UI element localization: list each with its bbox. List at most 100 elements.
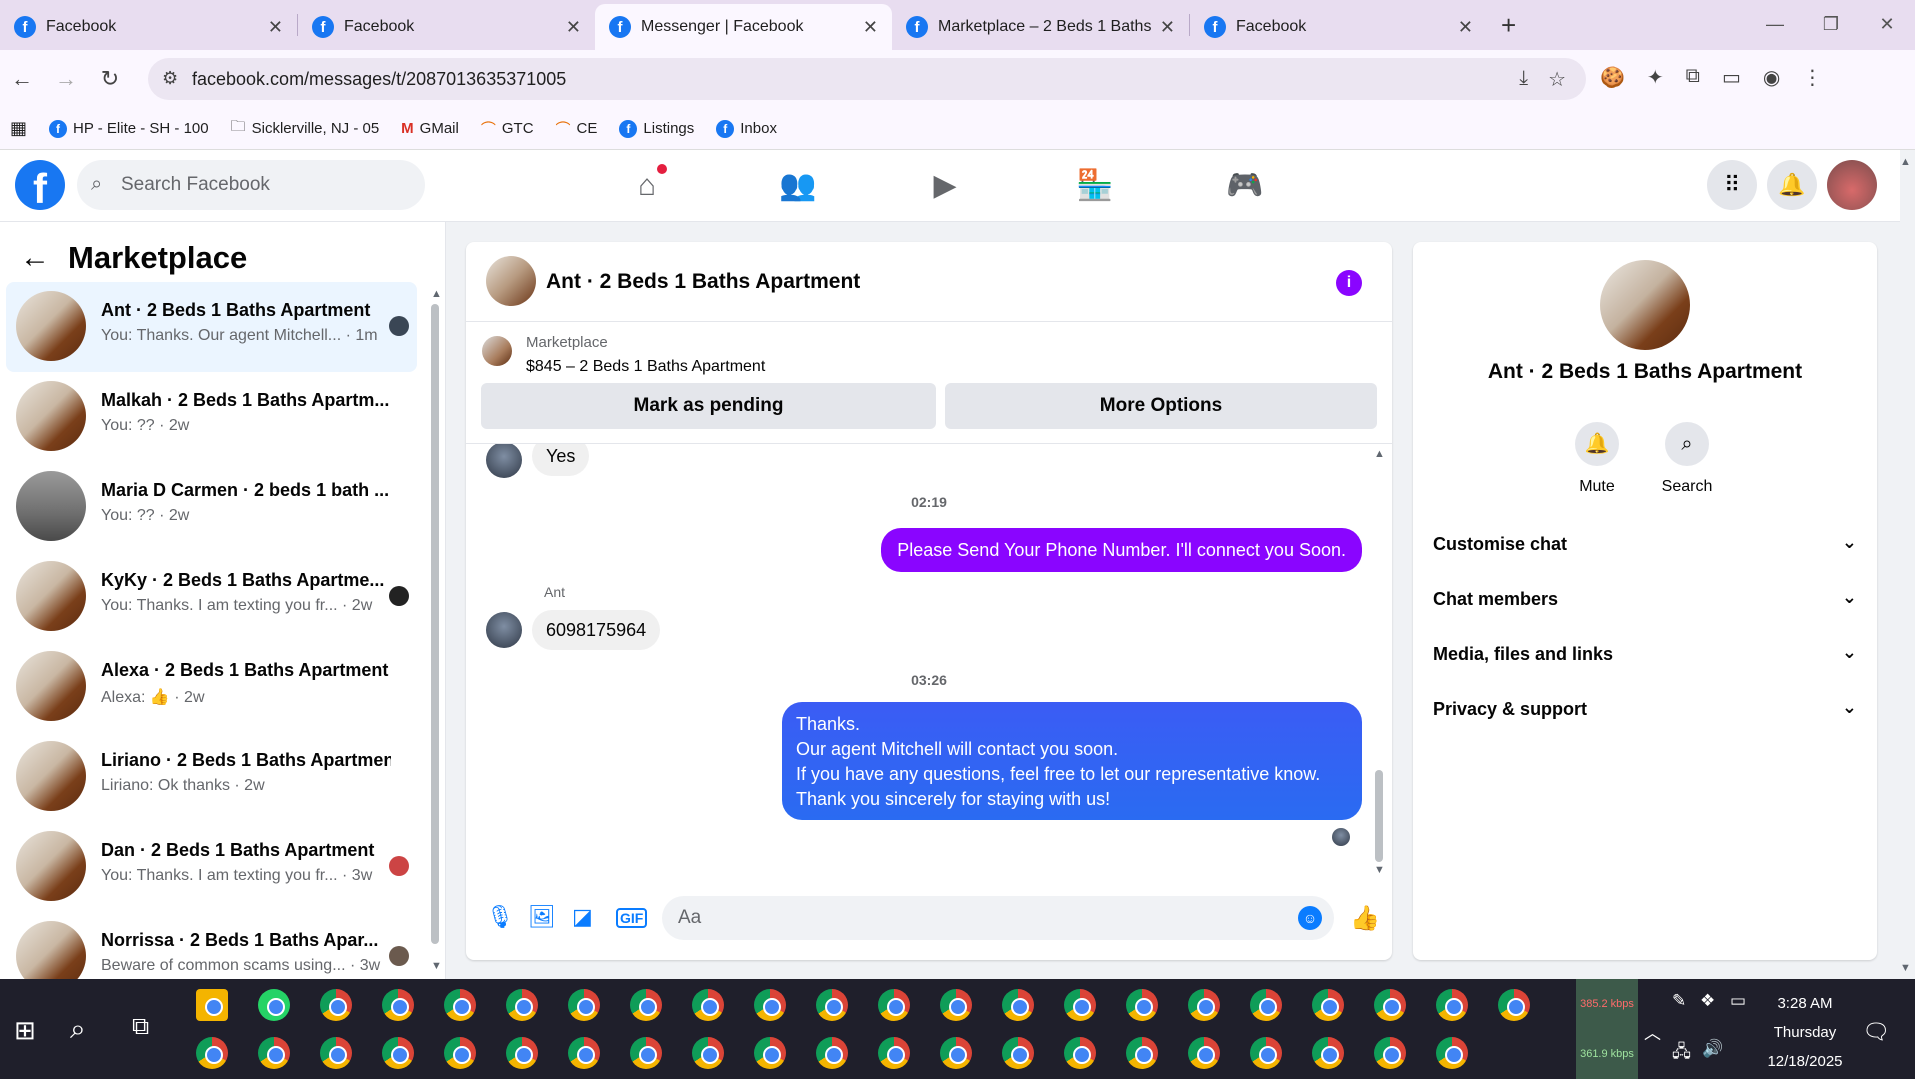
- system-clock[interactable]: 3:28 AM Thursday 12/18/2025: [1750, 989, 1860, 1076]
- conversation-item-maria[interactable]: Maria D Carmen · 2 beds 1 bath ... You: …: [6, 462, 417, 552]
- menu-kebab-icon[interactable]: ⋮: [1802, 65, 1822, 90]
- taskbar-app-icon[interactable]: [630, 989, 662, 1021]
- taskbar-app-icon[interactable]: [1002, 989, 1034, 1021]
- close-tab-icon[interactable]: ✕: [863, 17, 878, 38]
- bookmark-item[interactable]: ⌒ CE: [556, 118, 598, 139]
- forward-arrow-icon[interactable]: →: [44, 66, 88, 92]
- conversation-item-norrissa[interactable]: Norrissa · 2 Beds 1 Baths Apar... Beware…: [6, 912, 417, 979]
- gaming-nav-icon[interactable]: 🎮: [1213, 162, 1277, 210]
- minimize-icon[interactable]: —: [1747, 0, 1803, 50]
- microphone-icon[interactable]: 🎙: [486, 904, 514, 930]
- taskbar-app-icon[interactable]: [1312, 1037, 1344, 1069]
- restore-icon[interactable]: ❐: [1803, 0, 1859, 50]
- close-window-icon[interactable]: ✕: [1859, 0, 1915, 50]
- chat-scrollbar[interactable]: [1375, 770, 1383, 862]
- taskbar-app-icon[interactable]: [506, 1037, 538, 1069]
- privacy-support-section[interactable]: Privacy & support ⌄: [1433, 697, 1857, 720]
- taskbar-app-icon[interactable]: [692, 989, 724, 1021]
- taskbar-app-icon[interactable]: [1250, 989, 1282, 1021]
- facebook-logo-icon[interactable]: f: [15, 160, 65, 210]
- taskbar-app-icon[interactable]: [1250, 1037, 1282, 1069]
- menu-grid-icon[interactable]: ⠿: [1707, 160, 1757, 210]
- conversation-item-liriano[interactable]: Liriano · 2 Beds 1 Baths Apartment Liria…: [6, 732, 417, 822]
- site-settings-icon[interactable]: ⚙: [162, 68, 178, 89]
- taskbar-app-icon[interactable]: [1126, 1037, 1158, 1069]
- battery-icon[interactable]: ▭: [1730, 991, 1746, 1011]
- taskbar-app-icon[interactable]: [568, 989, 600, 1021]
- taskbar-app-icon[interactable]: [1064, 1037, 1096, 1069]
- taskbar-app-icon[interactable]: [1374, 1037, 1406, 1069]
- taskbar-app-icon[interactable]: [754, 1037, 786, 1069]
- taskbar-search-icon[interactable]: ⌕: [70, 1013, 86, 1046]
- browser-tab[interactable]: f Facebook ✕: [1190, 4, 1487, 50]
- pen-icon[interactable]: ✎: [1672, 991, 1686, 1011]
- taskbar-app-icon[interactable]: [258, 1037, 290, 1069]
- page-scroll-down-icon[interactable]: ▼: [1900, 962, 1911, 974]
- taskbar-app-icon[interactable]: [878, 1037, 910, 1069]
- taskbar-app-icon[interactable]: [382, 1037, 414, 1069]
- bookmark-item[interactable]: f Inbox: [716, 119, 777, 138]
- bookmark-item[interactable]: M GMail: [401, 120, 459, 137]
- home-nav-icon[interactable]: ⌂: [615, 162, 679, 210]
- profile-avatar[interactable]: [1827, 160, 1877, 210]
- bookmark-folder[interactable]: 🗀 Sicklerville, NJ - 05: [231, 116, 380, 141]
- task-view-icon[interactable]: ⧉: [132, 1013, 149, 1041]
- taskbar-app-icon[interactable]: [940, 1037, 972, 1069]
- scroll-down-icon[interactable]: ▼: [1374, 864, 1385, 876]
- thumbs-up-icon[interactable]: 👍: [1350, 904, 1380, 933]
- taskbar-app-icon[interactable]: [320, 989, 352, 1021]
- video-nav-icon[interactable]: ▶: [913, 162, 977, 210]
- reload-icon[interactable]: ↻: [88, 66, 132, 92]
- taskbar-app-icon[interactable]: [940, 989, 972, 1021]
- search-facebook-input[interactable]: ⌕ Search Facebook: [77, 160, 425, 210]
- taskbar-app-icon[interactable]: [1002, 1037, 1034, 1069]
- address-bar[interactable]: ⚙ facebook.com/messages/t/20870136353710…: [148, 58, 1586, 100]
- taskbar-app-icon[interactable]: [692, 1037, 724, 1069]
- search-in-chat-button[interactable]: ⌕ Search: [1647, 422, 1727, 496]
- media-files-links-section[interactable]: Media, files and links ⌄: [1433, 642, 1857, 665]
- listing-thumbnail[interactable]: [482, 336, 512, 366]
- taskbar-app-icon[interactable]: [816, 1037, 848, 1069]
- chat-avatar[interactable]: [486, 256, 536, 306]
- taskbar-app-icon[interactable]: [630, 1037, 662, 1069]
- browser-tab[interactable]: fMarketplace – 2 Beds 1 Baths Apartment✕: [892, 4, 1189, 50]
- customise-chat-section[interactable]: Customise chat ⌄: [1433, 532, 1857, 555]
- conversation-item-alexa[interactable]: Alexa · 2 Beds 1 Baths Apartment Alexa: …: [6, 642, 417, 732]
- profile-icon[interactable]: ◉: [1763, 65, 1780, 90]
- cookie-extension-icon[interactable]: 🍪: [1600, 65, 1625, 90]
- taskbar-app-icon[interactable]: [1374, 989, 1406, 1021]
- photo-icon[interactable]: 🖼: [528, 904, 556, 930]
- scroll-up-icon[interactable]: ▲: [1374, 448, 1385, 460]
- taskbar-app-icon[interactable]: [444, 989, 476, 1021]
- emoji-icon[interactable]: ☺: [1298, 906, 1322, 930]
- taskbar-app-icon[interactable]: [444, 1037, 476, 1069]
- chat-title[interactable]: Ant · 2 Beds 1 Baths Apartment: [546, 270, 860, 294]
- taskbar-app-icon[interactable]: [816, 989, 848, 1021]
- taskbar-app-icon[interactable]: [878, 989, 910, 1021]
- network-icon[interactable]: 🖧: [1672, 1039, 1691, 1068]
- mute-button[interactable]: 🔔 Mute: [1557, 422, 1637, 496]
- chat-profile-avatar[interactable]: [1600, 260, 1690, 350]
- browser-tab-active[interactable]: f Messenger | Facebook ✕: [595, 4, 892, 50]
- scroll-down-icon[interactable]: ▼: [431, 960, 442, 972]
- browser-tab[interactable]: f Facebook ✕: [0, 4, 297, 50]
- conversation-item-dan[interactable]: Dan · 2 Beds 1 Baths Apartment You: Than…: [6, 822, 417, 912]
- media-control-icon[interactable]: ▭: [1722, 65, 1741, 90]
- notifications-icon[interactable]: 🗨: [1862, 1019, 1890, 1045]
- new-tab-icon[interactable]: +: [1501, 10, 1516, 41]
- conversation-item-malkah[interactable]: Malkah · 2 Beds 1 Baths Apartm... You: ?…: [6, 372, 417, 462]
- scroll-up-icon[interactable]: ▲: [431, 288, 442, 300]
- message-input[interactable]: Aa ☺: [662, 896, 1334, 940]
- browser-tab[interactable]: f Facebook ✕: [298, 4, 595, 50]
- taskbar-app-icon[interactable]: [1064, 989, 1096, 1021]
- volume-icon[interactable]: 🔊: [1702, 1039, 1723, 1059]
- marketplace-nav-icon[interactable]: 🏪: [1063, 162, 1127, 210]
- bookmark-item[interactable]: ⌒ GTC: [481, 118, 534, 139]
- taskbar-app-icon[interactable]: [1436, 989, 1468, 1021]
- conversation-item-ant[interactable]: Ant · 2 Beds 1 Baths Apartment You: Than…: [6, 282, 417, 372]
- more-options-button[interactable]: More Options: [945, 383, 1377, 429]
- taskbar-app-icon[interactable]: [320, 1037, 352, 1069]
- tray-chevron-up-icon[interactable]: ︿: [1644, 1019, 1661, 1044]
- conversation-item-kyky[interactable]: KyKy · 2 Beds 1 Baths Apartme... You: Th…: [6, 552, 417, 642]
- taskbar-app-icon[interactable]: [1188, 989, 1220, 1021]
